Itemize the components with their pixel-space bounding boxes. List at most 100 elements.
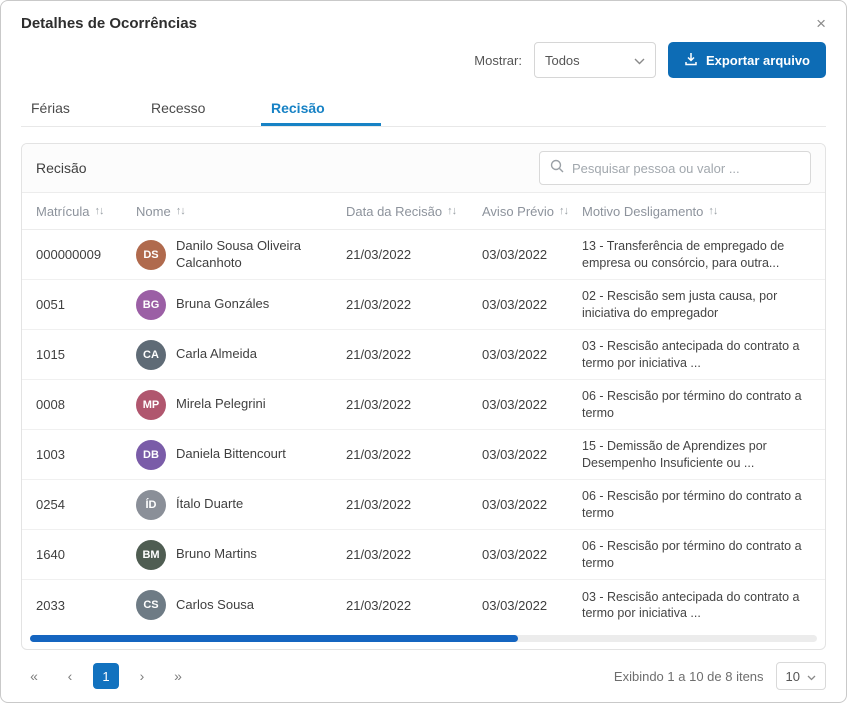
search-box bbox=[539, 151, 811, 185]
table-row[interactable]: 2033 CS Carlos Sousa 21/03/2022 03/03/20… bbox=[22, 580, 825, 630]
sort-icon[interactable]: ↑↓ bbox=[176, 205, 185, 217]
employee-name: Daniela Bittencourt bbox=[176, 446, 286, 462]
table-header-row: Matrícula ↑↓ Nome ↑↓ Data da Recisão ↑↓ … bbox=[22, 192, 825, 230]
nome-cell: ÍD Ítalo Duarte bbox=[136, 490, 346, 520]
aviso-previo-cell: 03/03/2022 bbox=[482, 447, 582, 462]
matricula-cell: 1003 bbox=[36, 447, 136, 462]
employee-name: Bruna Gonzáles bbox=[176, 296, 269, 312]
motivo-desligamento-cell: 13 - Transferência de empregado de empre… bbox=[582, 238, 811, 271]
avatar: MP bbox=[136, 390, 166, 420]
sort-icon[interactable]: ↑↓ bbox=[708, 205, 717, 217]
last-page-button[interactable]: » bbox=[165, 663, 191, 689]
mostrar-label: Mostrar: bbox=[474, 53, 522, 68]
recisao-table-card: Recisão Matrícula ↑↓ Nome ↑↓ Data da Rec… bbox=[21, 143, 826, 650]
sort-icon[interactable]: ↑↓ bbox=[447, 205, 456, 217]
motivo-desligamento-cell: 03 - Rescisão antecipada do contrato a t… bbox=[582, 338, 811, 371]
data-recisao-cell: 21/03/2022 bbox=[346, 397, 482, 412]
data-recisao-cell: 21/03/2022 bbox=[346, 247, 482, 262]
column-header-matricula[interactable]: Matrícula ↑↓ bbox=[36, 204, 136, 219]
employee-name: Danilo Sousa Oliveira Calcanhoto bbox=[176, 238, 334, 271]
employee-name: Bruno Martins bbox=[176, 546, 257, 562]
toolbar: Mostrar: Todos Exportar arquivo bbox=[21, 42, 826, 78]
search-input[interactable] bbox=[572, 161, 800, 176]
employee-name: Mirela Pelegrini bbox=[176, 396, 266, 412]
first-page-button[interactable]: « bbox=[21, 663, 47, 689]
tab-bar: Férias Recesso Recisão bbox=[21, 92, 826, 127]
table-body: 000000009 DS Danilo Sousa Oliveira Calca… bbox=[22, 230, 825, 630]
column-header-aviso-previo[interactable]: Aviso Prévio ↑↓ bbox=[482, 204, 582, 219]
table-row[interactable]: 1640 BM Bruno Martins 21/03/2022 03/03/2… bbox=[22, 530, 825, 580]
horizontal-scrollbar bbox=[30, 635, 817, 642]
export-button[interactable]: Exportar arquivo bbox=[668, 42, 826, 78]
aviso-previo-cell: 03/03/2022 bbox=[482, 347, 582, 362]
tab-recesso[interactable]: Recesso bbox=[141, 92, 261, 126]
employee-name: Carla Almeida bbox=[176, 346, 257, 362]
close-icon[interactable]: × bbox=[816, 15, 826, 32]
page-size-value: 10 bbox=[786, 669, 800, 684]
motivo-desligamento-cell: 15 - Demissão de Aprendizes por Desempen… bbox=[582, 438, 811, 471]
aviso-previo-cell: 03/03/2022 bbox=[482, 497, 582, 512]
previous-page-button[interactable]: ‹ bbox=[57, 663, 83, 689]
export-button-label: Exportar arquivo bbox=[706, 53, 810, 68]
modal-header: Detalhes de Ocorrências × bbox=[21, 1, 826, 32]
table-card-header: Recisão bbox=[22, 144, 825, 192]
nome-cell: BG Bruna Gonzáles bbox=[136, 290, 346, 320]
table-row[interactable]: 0254 ÍD Ítalo Duarte 21/03/2022 03/03/20… bbox=[22, 480, 825, 530]
download-icon bbox=[684, 52, 698, 69]
data-recisao-cell: 21/03/2022 bbox=[346, 547, 482, 562]
table-row[interactable]: 0008 MP Mirela Pelegrini 21/03/2022 03/0… bbox=[22, 380, 825, 430]
mostrar-select[interactable]: Todos bbox=[534, 42, 656, 78]
matricula-cell: 0051 bbox=[36, 297, 136, 312]
table-row[interactable]: 1003 DB Daniela Bittencourt 21/03/2022 0… bbox=[22, 430, 825, 480]
table-title: Recisão bbox=[36, 160, 87, 176]
nome-cell: DS Danilo Sousa Oliveira Calcanhoto bbox=[136, 238, 346, 271]
sort-icon[interactable]: ↑↓ bbox=[559, 205, 568, 217]
search-icon bbox=[550, 159, 564, 178]
table-row[interactable]: 0051 BG Bruna Gonzáles 21/03/2022 03/03/… bbox=[22, 280, 825, 330]
page-size-select[interactable]: 10 bbox=[776, 662, 826, 690]
avatar: DB bbox=[136, 440, 166, 470]
chevron-down-icon bbox=[807, 669, 816, 684]
avatar: BG bbox=[136, 290, 166, 320]
matricula-cell: 2033 bbox=[36, 598, 136, 613]
matricula-cell: 1640 bbox=[36, 547, 136, 562]
matricula-cell: 000000009 bbox=[36, 247, 136, 262]
aviso-previo-cell: 03/03/2022 bbox=[482, 598, 582, 613]
matricula-cell: 0008 bbox=[36, 397, 136, 412]
page-title: Detalhes de Ocorrências bbox=[21, 15, 197, 32]
chevron-down-icon bbox=[634, 53, 645, 68]
aviso-previo-cell: 03/03/2022 bbox=[482, 297, 582, 312]
motivo-desligamento-cell: 06 - Rescisão por término do contrato a … bbox=[582, 388, 811, 421]
column-header-motivo-desligamento[interactable]: Motivo Desligamento ↑↓ bbox=[582, 204, 811, 219]
employee-name: Carlos Sousa bbox=[176, 597, 254, 613]
horizontal-scrollbar-thumb[interactable] bbox=[30, 635, 518, 642]
motivo-desligamento-cell: 03 - Rescisão antecipada do contrato a t… bbox=[582, 589, 811, 622]
data-recisao-cell: 21/03/2022 bbox=[346, 497, 482, 512]
motivo-desligamento-cell: 02 - Rescisão sem justa causa, por inici… bbox=[582, 288, 811, 321]
next-page-button[interactable]: › bbox=[129, 663, 155, 689]
nome-cell: MP Mirela Pelegrini bbox=[136, 390, 346, 420]
table-row[interactable]: 000000009 DS Danilo Sousa Oliveira Calca… bbox=[22, 230, 825, 280]
items-count-label: Exibindo 1 a 10 de 8 itens bbox=[614, 669, 764, 684]
column-header-nome[interactable]: Nome ↑↓ bbox=[136, 204, 346, 219]
tab-ferias[interactable]: Férias bbox=[21, 92, 141, 126]
tab-recisao[interactable]: Recisão bbox=[261, 92, 381, 126]
avatar: CS bbox=[136, 590, 166, 620]
pagination-controls: « ‹ 1 › » bbox=[21, 663, 191, 689]
avatar: DS bbox=[136, 240, 166, 270]
sort-icon[interactable]: ↑↓ bbox=[94, 205, 103, 217]
data-recisao-cell: 21/03/2022 bbox=[346, 598, 482, 613]
table-row[interactable]: 1015 CA Carla Almeida 21/03/2022 03/03/2… bbox=[22, 330, 825, 380]
column-header-data-recisao[interactable]: Data da Recisão ↑↓ bbox=[346, 204, 482, 219]
avatar: BM bbox=[136, 540, 166, 570]
aviso-previo-cell: 03/03/2022 bbox=[482, 547, 582, 562]
data-recisao-cell: 21/03/2022 bbox=[346, 297, 482, 312]
detalhes-ocorrencias-modal: Detalhes de Ocorrências × Mostrar: Todos… bbox=[0, 0, 847, 703]
data-recisao-cell: 21/03/2022 bbox=[346, 447, 482, 462]
page-1-button[interactable]: 1 bbox=[93, 663, 119, 689]
avatar: ÍD bbox=[136, 490, 166, 520]
nome-cell: CS Carlos Sousa bbox=[136, 590, 346, 620]
pagination-summary: Exibindo 1 a 10 de 8 itens 10 bbox=[614, 662, 826, 690]
motivo-desligamento-cell: 06 - Rescisão por término do contrato a … bbox=[582, 538, 811, 571]
pagination: « ‹ 1 › » Exibindo 1 a 10 de 8 itens 10 bbox=[21, 662, 826, 702]
